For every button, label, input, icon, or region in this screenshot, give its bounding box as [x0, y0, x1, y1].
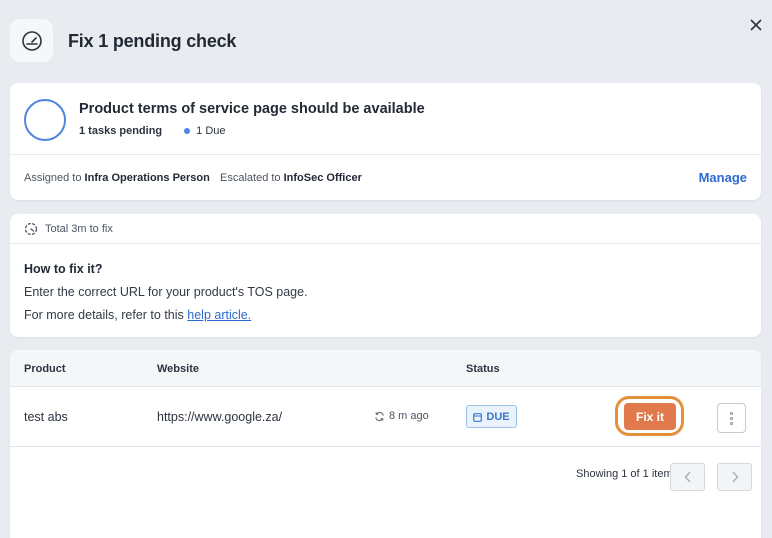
website-cell: https://www.google.za/: [157, 410, 283, 424]
more-options-button[interactable]: [717, 403, 746, 433]
previous-page-button[interactable]: [670, 463, 705, 491]
column-header-website: Website: [157, 363, 199, 375]
time-to-fix-label: Total 3m to fix: [45, 222, 113, 235]
chevron-right-icon: [731, 471, 739, 483]
next-page-button[interactable]: [717, 463, 752, 491]
help-article-link[interactable]: help article.: [187, 308, 251, 322]
escalated-label: Escalated to: [220, 172, 281, 184]
escalated-to: Escalated to InfoSec Officer: [220, 172, 362, 184]
status-badge: DUE: [466, 405, 517, 428]
assignment-row: Assigned to Infra Operations Person Esca…: [10, 155, 761, 200]
manage-link[interactable]: Manage: [699, 170, 747, 185]
page-title: Fix 1 pending check: [68, 31, 237, 51]
due-count: 1 Due: [196, 125, 226, 137]
check-meta: 1 tasks pending 1 Due: [79, 125, 226, 137]
check-summary-card: Product terms of service page should be …: [10, 83, 761, 200]
resources-table: Product Website Status test abs https://…: [10, 350, 761, 538]
column-header-product: Product: [24, 363, 66, 375]
pagination-summary: Showing 1 of 1 items: [576, 468, 679, 480]
assigned-label: Assigned to: [24, 172, 82, 184]
check-title: Product terms of service page should be …: [79, 101, 425, 117]
fix-details: For more details, refer to this help art…: [24, 308, 251, 322]
modal-header: Fix 1 pending check: [10, 19, 772, 63]
assigned-to: Assigned to Infra Operations Person: [24, 172, 210, 184]
fix-instructions-card: Total 3m to fix How to fix it? Enter the…: [10, 214, 761, 337]
chevron-left-icon: [683, 471, 691, 483]
status-badge-text: DUE: [486, 410, 510, 423]
more-options-icon: [730, 411, 733, 415]
due-dot-icon: [184, 128, 191, 134]
last-updated: 8 m ago: [374, 410, 429, 422]
fix-details-text: For more details, refer to this: [24, 308, 184, 322]
fix-instruction: Enter the correct URL for your product's…: [24, 285, 308, 299]
last-updated-text: 8 m ago: [389, 410, 429, 422]
how-to-fix-heading: How to fix it?: [24, 262, 103, 276]
assigned-value: Infra Operations Person: [84, 172, 210, 184]
close-icon[interactable]: [745, 14, 767, 36]
gauge-icon: [10, 19, 53, 62]
check-summary-top: Product terms of service page should be …: [10, 83, 761, 155]
product-cell: test abs: [24, 410, 68, 424]
escalated-value: InfoSec Officer: [283, 172, 362, 184]
progress-ring: [24, 99, 66, 141]
timer-icon: [24, 222, 38, 235]
table-row: test abs https://www.google.za/ 8 m ago …: [10, 387, 761, 447]
time-to-fix: Total 3m to fix: [10, 214, 761, 244]
fix-it-button[interactable]: Fix it: [624, 403, 676, 430]
tasks-pending-text: 1 tasks pending: [79, 125, 163, 137]
table-header: Product Website Status: [10, 350, 761, 387]
calendar-icon: [473, 412, 483, 422]
refresh-icon: [375, 411, 384, 421]
column-header-status: Status: [466, 363, 500, 375]
